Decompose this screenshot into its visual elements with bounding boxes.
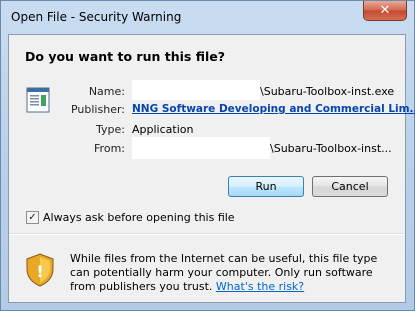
redacted-from-prefix <box>132 137 270 159</box>
file-info-panel: Do you want to run this file? Name: \Sub… <box>9 35 415 229</box>
warning-panel: ! While files from the Internet can be u… <box>9 235 405 302</box>
security-shield-icon: ! <box>26 253 54 287</box>
checkmark-icon: ✓ <box>28 211 37 223</box>
cancel-button[interactable]: Cancel <box>312 176 388 197</box>
file-from-value: \Subaru-Toolbox-inst... <box>270 142 392 155</box>
run-button[interactable]: Run <box>228 176 304 197</box>
redacted-name-prefix <box>132 80 260 100</box>
title-bar[interactable]: Open File - Security Warning ✕ <box>1 1 414 33</box>
application-file-icon <box>26 87 50 113</box>
close-button[interactable]: ✕ <box>363 1 407 21</box>
security-warning-dialog: Open File - Security Warning ✕ Do you wa… <box>0 0 415 311</box>
file-name-value: \Subaru-Toolbox-inst.exe <box>260 85 395 98</box>
always-ask-option[interactable]: ✓ Always ask before opening this file <box>26 211 235 224</box>
name-label: Name: <box>88 85 125 98</box>
warning-message: While files from the Internet can be use… <box>70 252 395 294</box>
window-title: Open File - Security Warning <box>11 10 182 24</box>
file-type-value: Application <box>132 123 194 136</box>
always-ask-label[interactable]: Always ask before opening this file <box>43 211 235 224</box>
whats-the-risk-link[interactable]: What's the risk? <box>216 280 304 293</box>
type-label: Type: <box>96 123 125 136</box>
dialog-client-area: Do you want to run this file? Name: \Sub… <box>8 34 415 303</box>
publisher-link[interactable]: NNG Software Developing and Commercial L… <box>132 103 415 115</box>
always-ask-checkbox[interactable]: ✓ <box>26 211 39 224</box>
from-label: From: <box>94 142 125 155</box>
publisher-label: Publisher: <box>70 103 125 116</box>
svg-text:!: ! <box>36 262 43 281</box>
close-icon: ✕ <box>379 3 391 18</box>
dialog-heading: Do you want to run this file? <box>25 49 225 64</box>
